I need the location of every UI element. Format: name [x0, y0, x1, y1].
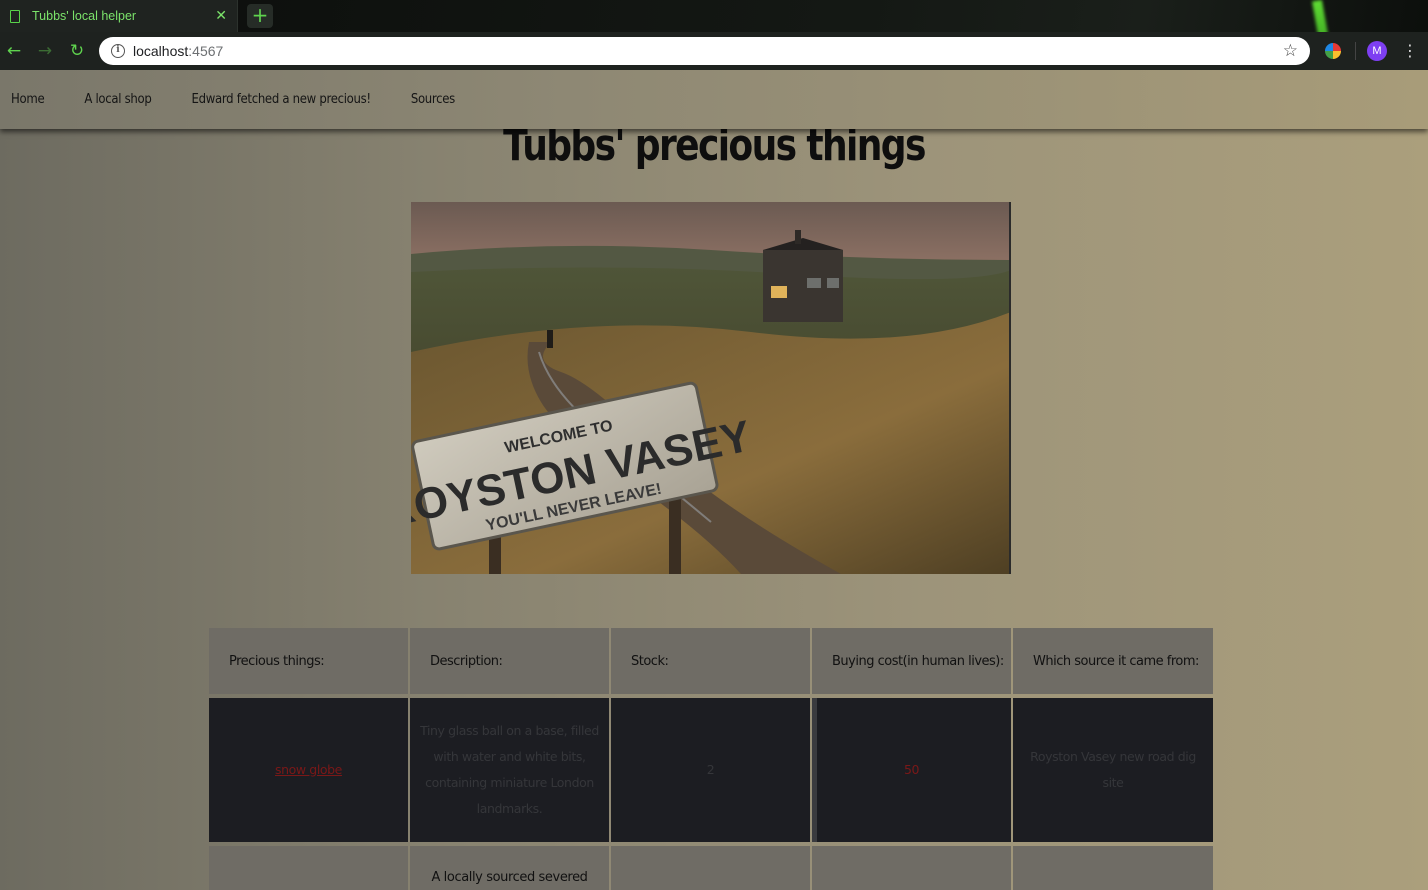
- back-arrow-icon[interactable]: ←: [3, 40, 25, 62]
- cell-stock: 2: [611, 698, 810, 842]
- browser-tabbar: Tubbs' local helper ✕ +: [0, 0, 1428, 32]
- nav-sources[interactable]: Sources: [411, 92, 455, 107]
- cell-name: snow globe: [209, 698, 408, 842]
- extension-color-icon[interactable]: [1325, 43, 1341, 59]
- header-stock: Stock:: [611, 628, 810, 694]
- document-icon: [10, 9, 20, 23]
- header-source: Which source it came from:: [1013, 628, 1213, 694]
- new-tab-button[interactable]: +: [247, 4, 273, 28]
- toolbar-divider: [1355, 42, 1356, 60]
- cell-cost: 50: [812, 698, 1011, 842]
- header-buying-cost: Buying cost(in human lives):: [812, 628, 1011, 694]
- profile-avatar[interactable]: M: [1367, 41, 1387, 61]
- header-description: Description:: [410, 628, 609, 694]
- header-precious-things: Precious things:: [209, 628, 408, 694]
- table-row: snow globe Tiny glass ball on a base, fi…: [209, 698, 1213, 842]
- site-navbar: Home A local shop Edward fetched a new p…: [0, 70, 1428, 129]
- address-bar[interactable]: i localhost:4567 ☆: [99, 37, 1310, 65]
- cell-description: A locally sourced severed: [410, 846, 609, 890]
- nav-new-precious[interactable]: Edward fetched a new precious!: [192, 92, 372, 107]
- hero-image: WELCOME TO ROYSTON VASEY YOU'LL NEVER LE…: [411, 202, 1011, 574]
- cell-stock: [611, 846, 810, 890]
- cell-source: [1013, 846, 1213, 890]
- item-link[interactable]: snow globe: [275, 757, 342, 783]
- url-port: :4567: [188, 43, 224, 59]
- cell-description: Tiny glass ball on a base, filled with w…: [410, 698, 609, 842]
- browser-toolbar: ← → ↻ i localhost:4567 ☆ M ⋮: [0, 32, 1428, 70]
- page-viewport: Home A local shop Edward fetched a new p…: [0, 70, 1428, 890]
- table-row: A locally sourced severed: [209, 846, 1213, 890]
- cell-cost: [812, 846, 1011, 890]
- wallpaper-streak: [1311, 0, 1335, 32]
- browser-tab[interactable]: Tubbs' local helper ✕: [0, 0, 238, 32]
- cell-source: Royston Vasey new road dig site: [1013, 698, 1213, 842]
- kebab-menu-icon[interactable]: ⋮: [1402, 40, 1418, 62]
- cell-name: [209, 846, 408, 890]
- close-tab-icon[interactable]: ✕: [215, 8, 227, 24]
- nav-home[interactable]: Home: [11, 92, 45, 107]
- url-host: localhost: [133, 43, 189, 59]
- tab-title: Tubbs' local helper: [32, 9, 137, 23]
- bookmark-star-icon[interactable]: ☆: [1283, 41, 1298, 61]
- site-info-icon[interactable]: i: [111, 44, 125, 58]
- forward-arrow-icon[interactable]: →: [34, 40, 56, 62]
- precious-things-table: Precious things: Description: Stock: Buy…: [209, 628, 1213, 890]
- reload-icon[interactable]: ↻: [66, 40, 88, 62]
- table-header-row: Precious things: Description: Stock: Buy…: [209, 628, 1213, 694]
- nav-local-shop[interactable]: A local shop: [84, 92, 151, 107]
